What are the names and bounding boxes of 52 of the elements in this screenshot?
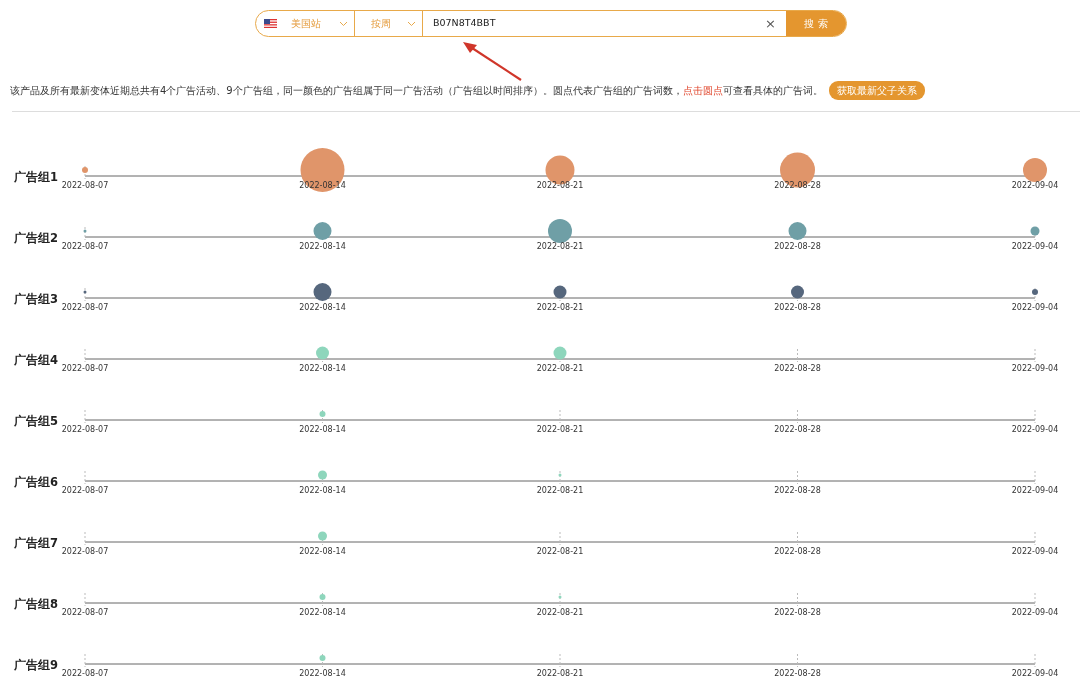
bubble[interactable]: [1032, 289, 1038, 295]
date-label: 2022-08-21: [536, 425, 584, 434]
date-label: 2022-08-07: [61, 364, 109, 373]
date-label: 2022-08-28: [774, 181, 821, 190]
link[interactable]: 点击圆点: [682, 85, 723, 96]
date-label: 2022-08-28: [774, 303, 821, 312]
date-label: 2022-09-04: [1011, 608, 1059, 617]
bubble[interactable]: [791, 285, 804, 299]
date-label: 2022-09-04: [1011, 242, 1059, 251]
date-label: 2022-08-07: [61, 425, 109, 434]
date-label: 2022-08-07: [61, 669, 109, 678]
bubble[interactable]: [83, 290, 87, 294]
date-label: 2022-08-14: [299, 486, 346, 495]
date-label: 2022-08-28: [774, 364, 821, 373]
date-label: 2022-08-21: [536, 242, 584, 251]
date-label: 2022-09-04: [1011, 547, 1059, 556]
date-label: 2022-08-14: [299, 303, 346, 312]
date-label: 2022-08-21: [536, 364, 584, 373]
date-label: 2022-08-28: [774, 486, 821, 495]
date-label: 2022-08-07: [61, 547, 109, 556]
date-label: 2022-08-28: [774, 547, 821, 556]
date-label: 2022-08-07: [61, 608, 109, 617]
date-label: 2022-08-28: [774, 425, 821, 434]
date-label: 2022-08-28: [774, 669, 821, 678]
date-label: 2022-08-21: [536, 303, 584, 312]
date-label: 2022-08-21: [536, 547, 584, 556]
date-label: 2022-08-07: [61, 181, 109, 190]
date-label: 2022-09-04: [1011, 669, 1059, 678]
date-label: 2022-08-14: [299, 669, 346, 678]
date-label: 2022-08-21: [536, 669, 584, 678]
date-label: 2022-09-04: [1011, 181, 1059, 190]
date-label: 2022-09-04: [1011, 364, 1059, 373]
date-label: 2022-09-04: [1011, 486, 1059, 495]
bubble[interactable]: [313, 283, 332, 301]
date-label: 2022-08-07: [61, 486, 109, 495]
date-label: 2022-08-14: [299, 364, 346, 373]
summary-text: 该产品及所有最新变体近期总共有4个广告活动、9个广告组，同一颜色的广告组属于同一广告活动（广告组以时间排序）。圆点代表广告组的广告词数，点击圆点可查看具体的广告词。: [10, 84, 823, 98]
date-label: 2022-08-14: [299, 608, 346, 617]
date-label: 2022-08-14: [299, 425, 346, 434]
date-label: 2022-08-07: [61, 242, 109, 251]
date-label: 2022-08-21: [536, 181, 584, 190]
bubble[interactable]: [553, 285, 567, 299]
date-label: 2022-09-04: [1011, 303, 1059, 312]
date-label: 2022-08-21: [536, 486, 584, 495]
date-label: 2022-08-14: [299, 547, 346, 556]
date-label: 2022-08-28: [774, 242, 821, 251]
date-label: 2022-09-04: [1011, 425, 1059, 434]
date-label: 2022-08-14: [299, 242, 346, 251]
date-label: 2022-08-07: [61, 303, 109, 312]
date-label: 2022-08-28: [774, 608, 821, 617]
date-label: 2022-08-21: [536, 608, 584, 617]
fetch-button[interactable]: 获取最新父子关系: [828, 81, 925, 100]
